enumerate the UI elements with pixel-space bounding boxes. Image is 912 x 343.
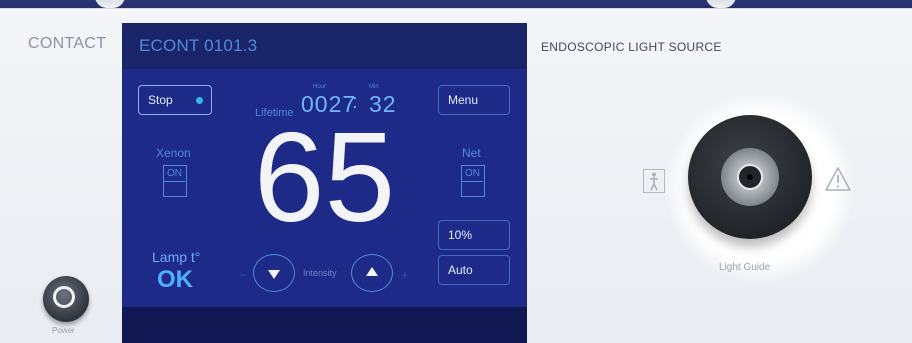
warning-icon xyxy=(825,167,851,191)
intensity-label: Intensity xyxy=(303,268,337,278)
device-title: ENDOSCOPIC LIGHT SOURCE xyxy=(541,40,722,54)
auto-button-label: Auto xyxy=(448,263,473,277)
power-icon xyxy=(53,286,75,308)
lamp-temperature-label: Lamp t° xyxy=(152,249,201,265)
triangle-up-icon xyxy=(366,267,378,276)
menu-button[interactable]: Menu xyxy=(438,85,510,115)
menu-button-label: Menu xyxy=(448,93,479,107)
type-bf-icon xyxy=(643,169,665,193)
light-guide-label: Light Guide xyxy=(719,262,771,273)
light-guide-socket xyxy=(737,164,763,190)
intensity-down-button[interactable] xyxy=(253,254,295,292)
power-button[interactable] xyxy=(43,276,89,322)
xenon-toggle-state: ON xyxy=(164,166,185,182)
screen-footer xyxy=(122,307,527,343)
light-guide-ring xyxy=(721,148,779,206)
stop-indicator-dot xyxy=(196,97,203,104)
percent-button[interactable]: 10% xyxy=(438,220,510,250)
screen-header: ECONT 0101.3 xyxy=(122,23,527,69)
xenon-label: Xenon xyxy=(156,146,191,160)
net-toggle[interactable]: ON xyxy=(461,165,485,197)
intensity-value: 65 xyxy=(253,106,396,248)
plus-label: + xyxy=(401,268,409,282)
min-unit-label: Min xyxy=(369,84,379,90)
light-guide-aperture xyxy=(747,174,753,180)
triangle-down-icon xyxy=(268,270,280,279)
percent-button-label: 10% xyxy=(448,228,473,242)
minus-label: − xyxy=(239,268,247,282)
control-screen: ECONT 0101.3 Stop Menu Lifetime Hour Min… xyxy=(122,23,527,343)
contact-label: CONTACT xyxy=(28,35,107,52)
device-model-title: ECONT 0101.3 xyxy=(139,36,258,55)
light-guide-port[interactable] xyxy=(688,115,812,239)
hour-unit-label: Hour xyxy=(313,84,327,90)
intensity-up-button[interactable] xyxy=(351,254,393,292)
net-toggle-state: ON xyxy=(462,166,483,182)
lamp-temperature-status: OK xyxy=(157,266,193,293)
device-front-panel: CONTACT Power ECONT 0101.3 Stop Menu Lif… xyxy=(0,8,912,343)
auto-button[interactable]: Auto xyxy=(438,255,510,285)
stop-button-label: Stop xyxy=(148,93,173,107)
left-panel: CONTACT Power xyxy=(0,9,122,343)
right-panel: ENDOSCOPIC LIGHT SOURCE Light Guide xyxy=(527,9,912,343)
xenon-toggle[interactable]: ON xyxy=(163,165,187,197)
stop-button[interactable]: Stop xyxy=(138,85,212,115)
net-label: Net xyxy=(462,146,481,160)
power-label: Power xyxy=(52,326,75,335)
